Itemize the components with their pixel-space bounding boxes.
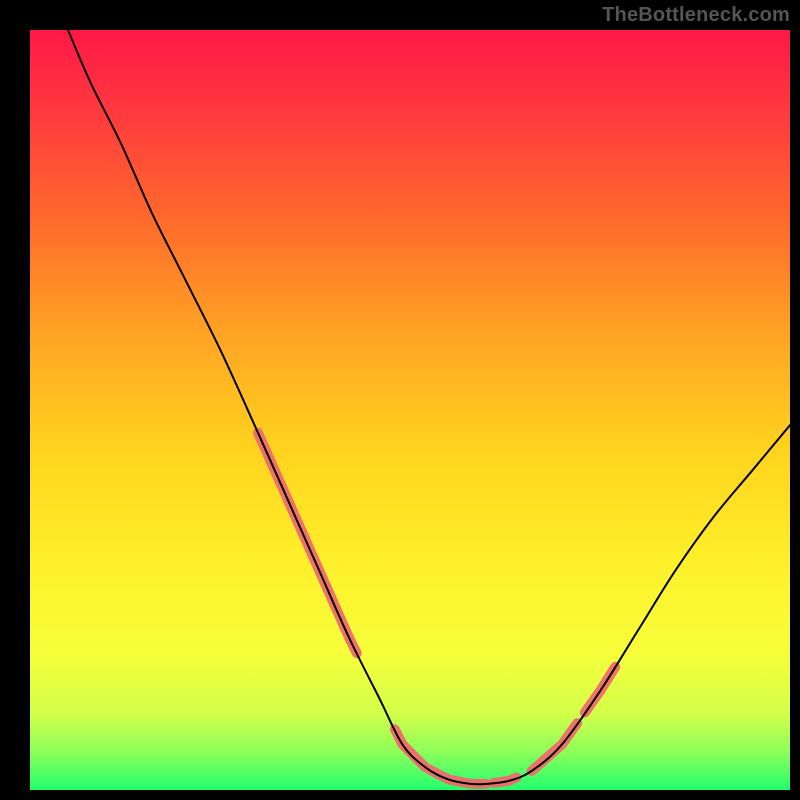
watermark-text: TheBottleneck.com	[602, 4, 790, 27]
chart-root: TheBottleneck.com	[0, 0, 800, 800]
bottleneck-chart-svg	[30, 30, 790, 790]
plot-canvas	[30, 30, 790, 790]
